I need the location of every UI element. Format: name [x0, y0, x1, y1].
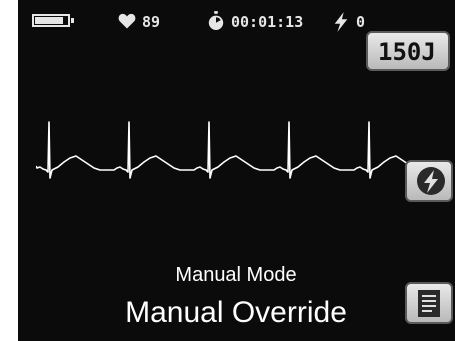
shock-button[interactable]	[405, 160, 453, 202]
mode-label: Manual Mode	[175, 264, 297, 286]
manual-override-label[interactable]: Manual Override	[36, 296, 436, 330]
battery-icon	[32, 14, 74, 27]
battery-level	[35, 17, 63, 24]
ecg-waveform	[36, 121, 436, 179]
stopwatch-icon	[208, 11, 224, 30]
elapsed-time: 00:01:13	[231, 13, 304, 31]
shock-lightning-icon	[417, 167, 445, 195]
heart-icon	[118, 13, 136, 29]
shock-count: 0	[356, 13, 366, 31]
lightning-bolt-icon	[334, 12, 348, 32]
energy-select-button[interactable]: 150J	[366, 31, 450, 71]
menu-button[interactable]	[405, 282, 453, 324]
document-menu-icon	[418, 290, 440, 317]
status-bar: 89 00:01:13 0	[18, 10, 378, 34]
heart-rate-value: 89	[142, 13, 161, 31]
